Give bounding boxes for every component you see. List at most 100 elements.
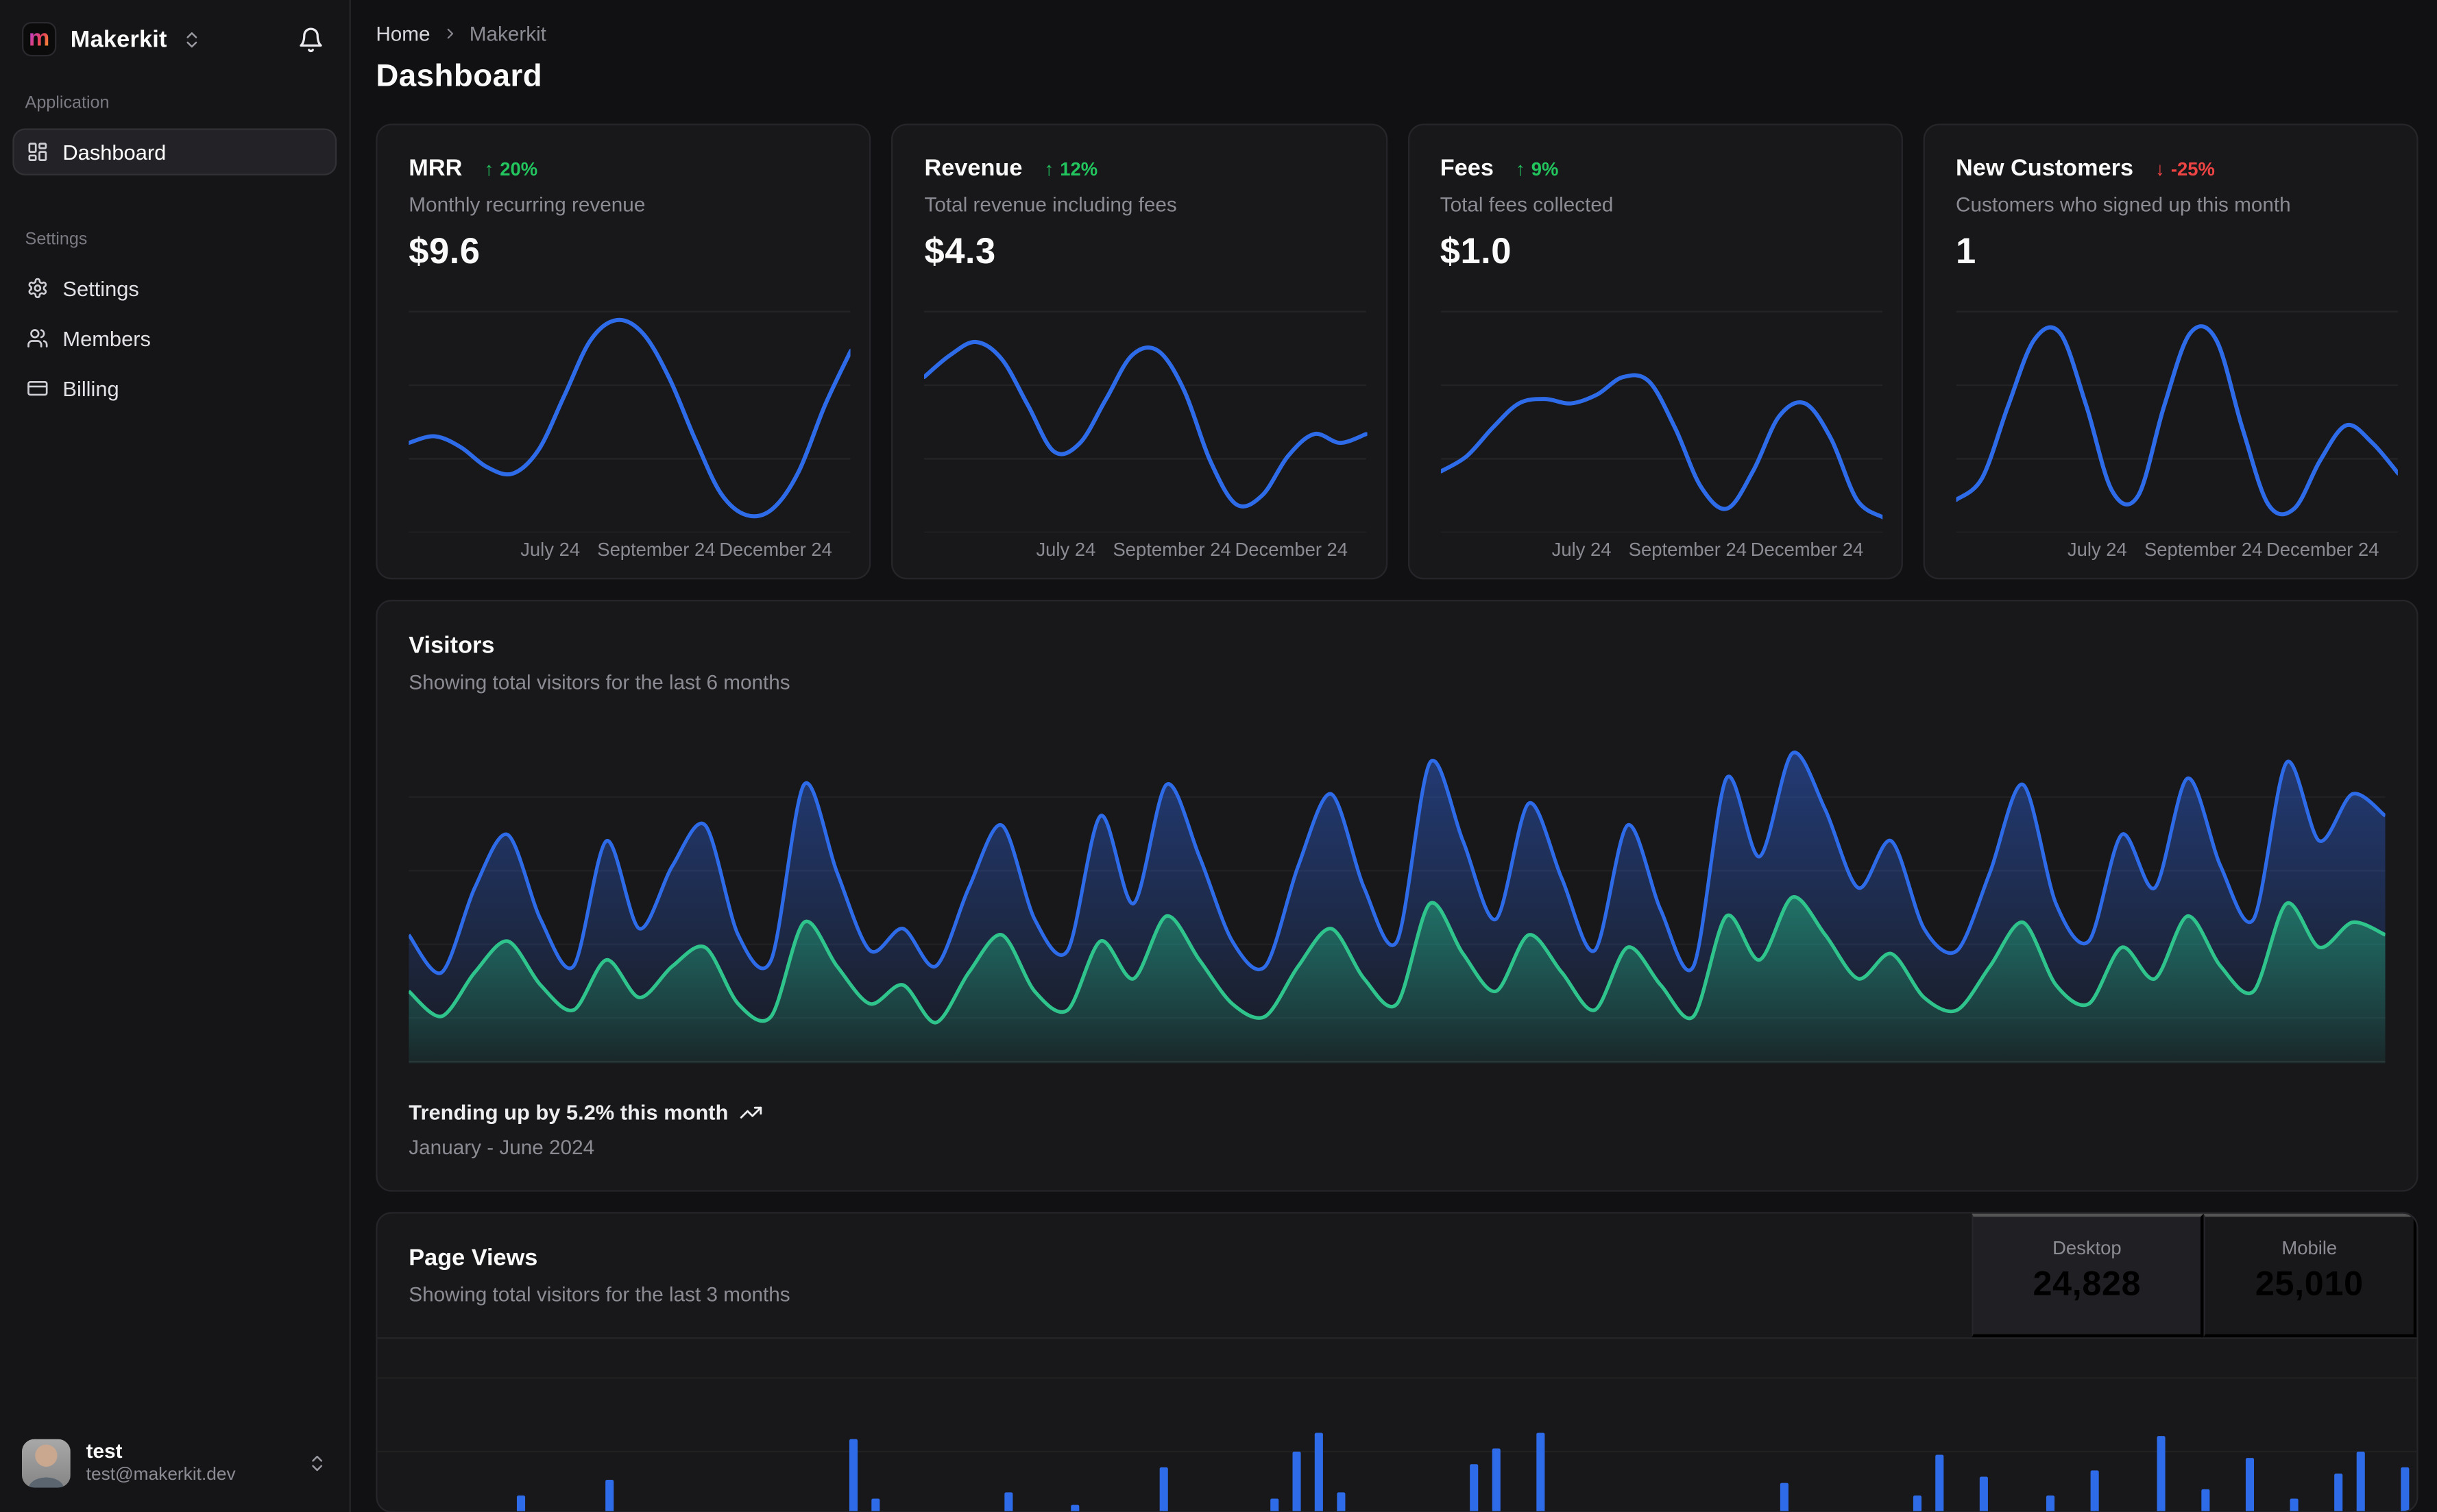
notifications-button[interactable] — [295, 23, 328, 56]
stat-title: MRR — [409, 155, 463, 182]
breadcrumb-home-link[interactable]: Home — [376, 22, 430, 45]
chevron-right-icon — [446, 28, 453, 39]
sidebar-item-label: Dashboard — [62, 140, 167, 164]
visitors-card: Visitors Showing total visitors for the … — [376, 600, 2418, 1192]
stat-value: 1 — [1956, 230, 1976, 271]
logo-letter: m — [28, 24, 50, 51]
breadcrumb-current: Makerkit — [469, 21, 546, 46]
sidebar-item-members[interactable]: Members — [12, 315, 337, 362]
nav-section-settings: Settings — [25, 230, 88, 249]
visitors-date-range: January - June 2024 — [409, 1135, 595, 1159]
desktop-label: Desktop — [2052, 1236, 2122, 1259]
desktop-value: 24,828 — [2033, 1263, 2142, 1303]
stat-card-mrr: MRR ↑ 20% Monthly recurring revenue $9.6… — [376, 123, 871, 580]
trend-badge: ↑ 9% — [1516, 158, 1558, 180]
mobile-toggle-button[interactable]: Mobile 25,010 — [2203, 1213, 2417, 1338]
trend-arrow-icon: ↑ — [484, 157, 494, 180]
bell-icon — [300, 27, 322, 51]
x-tick: July 24 — [520, 538, 581, 561]
stat-subtitle: Total revenue including fees — [924, 193, 1177, 217]
fees-sparkline-chart — [1440, 310, 1882, 533]
stat-value: $9.6 — [409, 230, 481, 271]
stat-subtitle: Customers who signed up this month — [1956, 193, 2291, 217]
trending-up-icon — [740, 1106, 762, 1119]
trend-arrow-icon: ↓ — [2155, 157, 2165, 180]
user-meta: test test@makerkit.dev — [86, 1439, 291, 1487]
revenue-sparkline-chart — [924, 310, 1367, 533]
page-views-card: Page Views Showing total visitors for th… — [376, 1212, 2418, 1512]
breadcrumb: Home Makerkit — [376, 22, 2418, 45]
stat-card-new-customers: New Customers ↓ -25% Customers who signe… — [1923, 123, 2418, 580]
brand-name: Makerkit — [70, 25, 167, 53]
stat-value: $1.0 — [1440, 230, 1512, 271]
page-views-bar-chart — [377, 1377, 2417, 1511]
sidebar-item-settings[interactable]: Settings — [12, 265, 337, 312]
trend-value: 20% — [500, 157, 538, 180]
trend-value: 9% — [1531, 157, 1559, 180]
mrr-sparkline-chart — [409, 310, 851, 533]
trend-badge: ↑ 20% — [484, 158, 537, 180]
main-content: Home Makerkit Dashboard MRR ↑ 20% Monthl… — [351, 0, 2437, 1512]
new-customers-sparkline-chart — [1956, 310, 2398, 533]
trend-badge: ↓ -25% — [2155, 158, 2215, 180]
nav-section-application: Application — [25, 94, 110, 113]
x-tick: December 24 — [1750, 538, 1864, 561]
x-tick: September 24 — [597, 538, 716, 561]
app-root: m Makerkit Application Dashboard Setting… — [0, 0, 2437, 1512]
visitors-footer: Trending up by 5.2% this month January -… — [409, 1101, 2385, 1159]
x-tick: September 24 — [1628, 538, 1747, 561]
x-tick: July 24 — [1551, 538, 1612, 561]
sparkline-x-axis: July 24 September 24 December 24 — [1956, 539, 2398, 562]
sidebar-item-label: Members — [62, 326, 151, 350]
stat-subtitle: Monthly recurring revenue — [409, 193, 646, 217]
sidebar-item-billing[interactable]: Billing — [12, 365, 337, 412]
user-email: test@makerkit.dev — [86, 1465, 236, 1485]
sidebar-nav: Application Dashboard Settings Settings … — [0, 72, 349, 1419]
x-tick: December 24 — [719, 538, 832, 561]
desktop-toggle-button[interactable]: Desktop 24,828 — [1972, 1213, 2204, 1338]
sparkline-x-axis: July 24 September 24 December 24 — [1440, 539, 1882, 562]
chevrons-up-down-icon — [186, 31, 197, 47]
visitors-trend-text: Trending up by 5.2% this month — [409, 1101, 729, 1125]
sidebar-item-label: Billing — [62, 376, 119, 400]
makerkit-logo: m — [21, 21, 57, 57]
visitors-title: Visitors — [409, 633, 495, 659]
credit-card-icon — [27, 380, 48, 396]
sparkline-x-axis: July 24 September 24 December 24 — [409, 539, 851, 562]
x-tick: July 24 — [1036, 538, 1096, 561]
stat-card-fees: Fees ↑ 9% Total fees collected $1.0 July… — [1407, 123, 1903, 580]
x-tick: December 24 — [1235, 538, 1348, 561]
trend-arrow-icon: ↑ — [1515, 157, 1525, 180]
user-name: test — [86, 1439, 123, 1463]
sidebar: m Makerkit Application Dashboard Setting… — [0, 0, 351, 1512]
users-icon — [27, 329, 48, 347]
visitors-area-chart — [409, 751, 2386, 1064]
avatar — [21, 1438, 71, 1487]
x-tick: December 24 — [2266, 538, 2379, 561]
page-views-title: Page Views — [409, 1245, 538, 1272]
stat-title: New Customers — [1956, 155, 2134, 182]
stat-card-revenue: Revenue ↑ 12% Total revenue including fe… — [891, 123, 1387, 580]
page-views-header: Page Views Showing total visitors for th… — [377, 1213, 2417, 1339]
sidebar-item-label: Settings — [62, 276, 139, 300]
layout-dashboard-icon — [28, 143, 47, 161]
mobile-label: Mobile — [2281, 1236, 2338, 1259]
trend-value: -25% — [2170, 157, 2215, 180]
trend-arrow-icon: ↑ — [1044, 157, 1054, 180]
stat-cards-row: MRR ↑ 20% Monthly recurring revenue $9.6… — [376, 123, 2418, 580]
trend-badge: ↑ 12% — [1044, 158, 1098, 180]
sparkline-x-axis: July 24 September 24 December 24 — [925, 539, 1367, 562]
workspace-switcher[interactable]: m Makerkit — [21, 21, 295, 57]
sidebar-item-dashboard[interactable]: Dashboard — [12, 128, 337, 175]
user-menu[interactable]: test test@makerkit.dev — [0, 1419, 349, 1512]
x-tick: September 24 — [1113, 538, 1231, 561]
visitors-subtitle: Showing total visitors for the last 6 mo… — [409, 670, 790, 694]
page-views-subtitle: Showing total visitors for the last 3 mo… — [409, 1282, 790, 1306]
page-title: Dashboard — [376, 59, 543, 95]
chevrons-up-down-icon — [312, 1454, 323, 1471]
stat-value: $4.3 — [924, 230, 996, 271]
stat-title: Fees — [1440, 155, 1494, 182]
trend-value: 12% — [1060, 157, 1098, 180]
sidebar-header: m Makerkit — [0, 0, 349, 72]
